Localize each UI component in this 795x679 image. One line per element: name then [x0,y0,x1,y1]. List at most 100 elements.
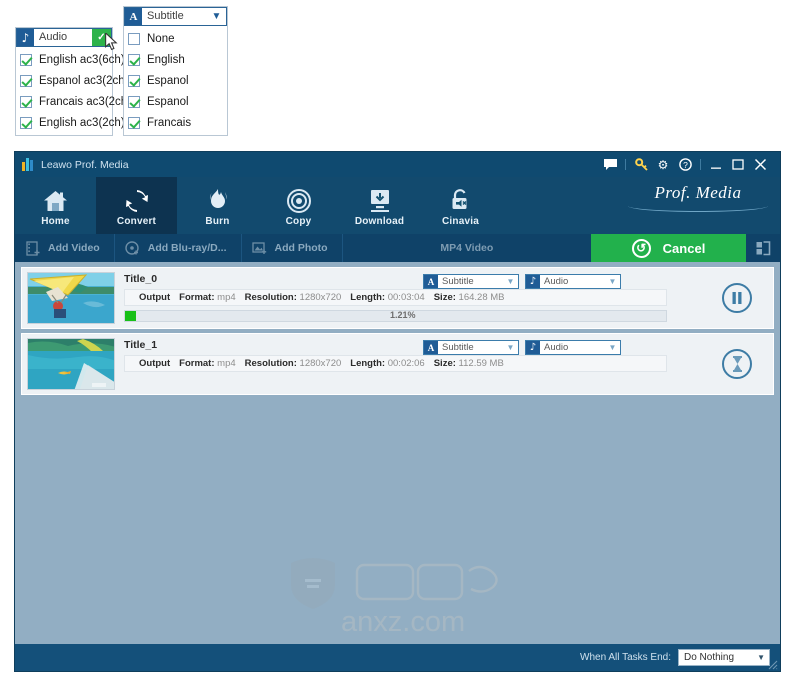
settings-gear-icon[interactable]: ⚙ [652,154,674,176]
music-note-icon: ♪ [17,29,34,46]
title-bar[interactable]: Leawo Prof. Media ⚙ ? [15,152,780,177]
key-icon[interactable] [630,154,652,176]
nav-item-convert[interactable]: Convert [96,177,177,234]
checkbox-icon[interactable] [128,53,140,66]
nav-item-download[interactable]: Download [339,177,420,234]
output-label: Output [139,292,171,303]
action-toolbar: Add Video Add Blu-ray/D... Add Photo MP4… [15,234,780,262]
disc-icon [286,187,311,213]
audio-option-label: English ac3(2ch) [39,116,125,129]
audio-option-item[interactable]: Francais ac3(2ch) [16,91,131,112]
minimize-icon[interactable] [705,154,727,176]
brand-text: Prof. Media [654,183,742,202]
audio-selector[interactable]: ♪ Audio ▼ [525,340,621,355]
chevron-down-icon[interactable]: ▼ [503,343,518,352]
format-key: Format: [179,292,215,303]
maximize-icon[interactable] [727,154,749,176]
subtitle-dropdown-label: Subtitle [147,10,184,22]
when-tasks-end-select[interactable]: Do Nothing ▼ [678,649,770,666]
nav-label: Cinavia [442,216,479,227]
resize-grip-icon[interactable] [767,659,778,670]
watermark-overlay: anxz.com [285,557,545,644]
pause-icon[interactable] [722,283,752,313]
title-bar-icons: ⚙ ? [599,154,780,176]
svg-text:anxz.com: anxz.com [341,606,465,638]
main-navigation: Home Convert Burn Copy Download Cinavia … [15,177,780,234]
task-row[interactable]: Title_0 Output Format: mp4 Resolution: 1… [21,267,774,329]
chevron-down-icon[interactable]: ▼ [207,8,226,25]
add-video-button[interactable]: Add Video [15,234,115,262]
checkbox-icon[interactable] [128,74,140,87]
task-row[interactable]: Title_1 Output Format: mp4 Resolution: 1… [21,333,774,395]
task-info: Title_0 Output Format: mp4 Resolution: 1… [120,268,701,328]
checkbox-icon[interactable] [128,32,140,45]
chevron-down-icon[interactable]: ▼ [757,653,765,662]
resolution-value: 1280x720 [299,292,342,303]
checkbox-icon[interactable] [128,116,140,129]
format-value: mp4 [217,292,236,303]
close-icon[interactable] [749,154,771,176]
nav-item-home[interactable]: Home [15,177,96,234]
hourglass-icon[interactable] [722,349,752,379]
when-tasks-end-value: Do Nothing [684,652,735,663]
help-icon[interactable]: ? [674,154,696,176]
letter-a-icon: A [424,275,438,288]
subtitle-selector[interactable]: A Subtitle ▼ [423,274,519,289]
cancel-button[interactable]: ↺ Cancel [591,234,746,262]
divider [700,159,701,170]
task-stream-selectors: A Subtitle ▼ ♪ Audio ▼ [423,340,621,355]
add-video-label: Add Video [48,242,100,254]
checkbox-icon[interactable] [20,116,32,129]
nav-item-burn[interactable]: Burn [177,177,258,234]
task-detail-row: Output Format: mp4 Resolution: 1280x720 … [124,355,667,372]
resolution-key: Resolution: [244,358,297,369]
checkbox-icon[interactable] [20,95,32,108]
length-key: Length: [350,292,386,303]
subtitle-option-item[interactable]: English [124,49,227,70]
subtitle-option-item[interactable]: Francais [124,112,227,133]
output-format-label[interactable]: MP4 Video [343,234,591,262]
add-bluray-label: Add Blu-ray/D... [147,242,227,254]
hang-glider-thumbnail [27,272,115,324]
audio-dropdown-header[interactable]: ♪ Audio ✓ [16,28,112,47]
progress-fill [125,311,136,321]
add-bluray-icon [125,240,141,256]
audio-selector[interactable]: ♪ Audio ▼ [525,274,621,289]
subtitle-option-item[interactable]: Espanol [124,91,227,112]
audio-option-item[interactable]: English ac3(2ch) [16,112,125,133]
cinavia-lock-icon [450,187,472,213]
nav-item-copy[interactable]: Copy [258,177,339,234]
subtitle-option-item[interactable]: None [124,28,227,49]
subtitle-option-list: None English Espanol Espanol Francais [124,26,227,135]
subtitle-selector-value: Subtitle [442,276,474,287]
chevron-down-icon[interactable]: ▼ [605,343,620,352]
task-stream-selectors: A Subtitle ▼ ♪ Audio ▼ [423,274,621,289]
subtitle-dropdown-popup[interactable]: A Subtitle ▼ None English Espanol Espano… [123,6,228,136]
subtitle-option-item[interactable]: Espanol [124,70,227,91]
chevron-down-icon[interactable]: ▼ [605,277,620,286]
subtitle-selector[interactable]: A Subtitle ▼ [423,340,519,355]
add-photo-label: Add Photo [274,242,328,254]
subtitle-option-label: Francais [147,116,192,129]
chevron-down-icon[interactable]: ▼ [503,277,518,286]
checkbox-icon[interactable] [20,53,32,66]
brand-underline [628,206,768,212]
feedback-icon[interactable] [599,154,621,176]
nav-item-cinavia[interactable]: Cinavia [420,177,501,234]
progress-percent-label: 1.21% [390,310,416,320]
checkbox-icon[interactable] [20,74,32,87]
audio-dropdown-popup[interactable]: ♪ Audio ✓ English ac3(6ch) Espanol ac3(2… [15,27,131,136]
checkbox-icon[interactable] [128,95,140,108]
panel-toggle-button[interactable] [746,234,780,262]
add-photo-button[interactable]: Add Photo [242,234,343,262]
format-value: mp4 [217,358,236,369]
audio-option-item[interactable]: Espanol ac3(2ch) [16,70,129,91]
nav-label: Convert [116,216,157,227]
nav-label: Copy [285,216,312,227]
subtitle-dropdown-header[interactable]: A Subtitle ▼ [124,7,227,26]
chevron-down-icon[interactable]: ✓ [92,29,111,46]
letter-a-icon: A [125,8,142,25]
resolution-value: 1280x720 [299,358,342,369]
add-bluray-button[interactable]: Add Blu-ray/D... [115,234,242,262]
audio-option-item[interactable]: English ac3(6ch) [16,49,125,70]
